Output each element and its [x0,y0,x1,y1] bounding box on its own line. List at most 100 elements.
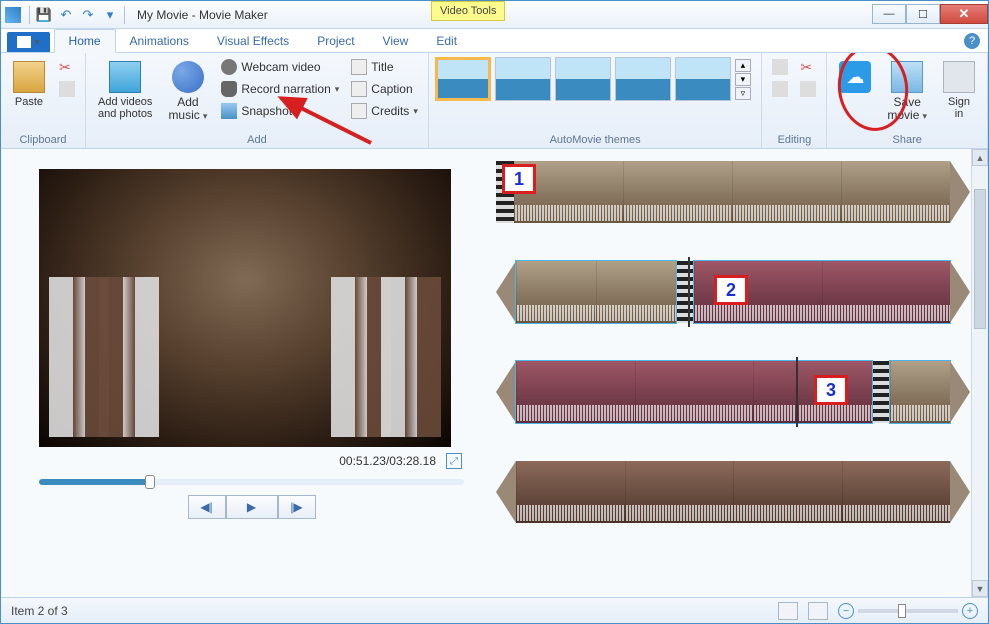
chevron-down-icon: ▾ [413,106,418,117]
chevron-down-icon: ▾ [35,37,40,48]
record-narration-button[interactable]: Record narration ▾ [217,79,343,99]
fullscreen-button[interactable]: ⤢ [446,453,462,469]
select-all-button[interactable] [796,79,820,99]
save-movie-button[interactable]: Save movie ▾ [881,57,933,126]
status-item-text: Item 2 of 3 [11,604,68,618]
vertical-scrollbar[interactable]: ▲ ▼ [971,149,988,597]
separator [124,6,125,24]
scissors-icon: ✂ [800,59,816,75]
tab-view[interactable]: View [369,30,423,52]
cut-button[interactable]: ✂ [55,57,79,77]
rotate-left-button[interactable] [768,57,792,77]
rotate-right-icon [772,81,788,97]
clip-continue-icon [950,361,970,423]
clip-continue-icon [496,461,516,523]
tab-project[interactable]: Project [303,30,368,52]
photos-icon [109,61,141,93]
ribbon-tabstrip: ▾ Home Animations Visual Effects Project… [1,29,988,53]
redo-icon[interactable]: ↷ [78,5,98,25]
paste-button[interactable]: Paste [7,57,51,112]
video-clip[interactable] [496,461,970,523]
snapshot-button[interactable]: Snapshot [217,101,343,121]
theme-thumbnail[interactable] [435,57,491,101]
undo-icon[interactable]: ↶ [56,5,76,25]
zoom-in-button[interactable]: + [962,603,978,619]
preview-pane: 00:51.23/03:28.18 ⤢ ◀| ▶ |▶ [1,149,484,597]
webcam-video-button[interactable]: Webcam video [217,57,343,77]
theme-thumbnail[interactable] [555,57,611,101]
remove-button[interactable]: ✂ [796,57,820,77]
video-clip[interactable] [496,161,970,223]
annotation-label: 1 [502,164,536,194]
theme-thumbnail[interactable] [675,57,731,101]
seek-slider[interactable] [39,479,464,485]
automovie-themes-gallery[interactable]: ▴▾▿ [435,57,751,101]
quick-access-toolbar: 💾 ↶ ↷ ▾ [34,5,120,25]
video-clip[interactable] [496,361,970,423]
rotate-right-button[interactable] [768,79,792,99]
annotation-label: 2 [714,275,748,305]
qat-dropdown-icon[interactable]: ▾ [100,5,120,25]
timeline-pane[interactable]: 1 2 [484,149,988,597]
play-button[interactable]: ▶ [226,495,278,519]
file-menu-icon [17,36,31,48]
clip-continue-icon [950,261,970,323]
theme-thumbnail[interactable] [495,57,551,101]
contextual-tab-label: Video Tools [431,1,505,21]
save-icon[interactable]: 💾 [34,5,54,25]
prev-frame-button[interactable]: ◀| [188,495,226,519]
group-share: ☁ Save movie ▾ Sign in Share [827,53,988,148]
file-tab[interactable]: ▾ [7,32,50,52]
split-marker [796,357,798,427]
copy-button[interactable] [55,79,79,99]
window-controls: — ☐ ✕ [872,5,988,24]
tab-visual-effects[interactable]: Visual Effects [203,30,303,52]
tab-home[interactable]: Home [54,29,116,53]
zoom-slider[interactable] [858,609,958,613]
select-all-icon [800,81,816,97]
snapshot-icon [221,103,237,119]
rotate-left-icon [772,59,788,75]
zoom-thumb[interactable] [898,604,906,618]
chevron-down-icon: ▾ [922,111,927,121]
seek-thumb[interactable] [145,475,155,489]
group-automovie: ▴▾▿ AutoMovie themes [429,53,763,148]
tab-animations[interactable]: Animations [116,30,203,52]
clip-row: 1 [496,161,970,223]
window-title: My Movie - Movie Maker [137,8,268,22]
credits-button[interactable]: Credits ▾ [347,101,422,121]
minimize-button[interactable]: — [872,4,906,24]
scroll-down-button[interactable]: ▼ [972,580,988,597]
playback-controls: ◀| ▶ |▶ [39,495,464,519]
cloud-icon: ☁ [839,61,871,93]
sign-in-button[interactable]: Sign in [937,57,981,124]
clip-continue-icon [950,461,970,523]
add-videos-photos-button[interactable]: Add videos and photos [92,57,158,124]
playhead[interactable] [688,257,690,327]
title-button[interactable]: Title [347,57,422,77]
copy-icon [59,81,75,97]
help-button[interactable]: ? [964,33,980,49]
group-editing: ✂ Editing [762,53,827,148]
theme-thumbnail[interactable] [615,57,671,101]
seek-fill [39,479,145,485]
preview-frame [39,169,451,447]
video-preview[interactable] [39,169,451,447]
scroll-thumb[interactable] [974,189,986,329]
gallery-scroll[interactable]: ▴▾▿ [735,59,751,100]
time-display: 00:51.23/03:28.18 [339,454,436,468]
view-details-button[interactable] [808,602,828,620]
tab-edit[interactable]: Edit [422,30,471,52]
maximize-button[interactable]: ☐ [906,4,940,24]
view-thumbnails-button[interactable] [778,602,798,620]
scroll-up-button[interactable]: ▲ [972,149,988,166]
next-frame-button[interactable]: |▶ [278,495,316,519]
close-button[interactable]: ✕ [940,4,988,24]
onedrive-button[interactable]: ☁ [833,57,877,97]
caption-button[interactable]: Caption [347,79,422,99]
zoom-out-button[interactable]: − [838,603,854,619]
clip-row [496,461,970,523]
add-music-button[interactable]: Add music ▾ [162,57,213,126]
app-icon [5,7,21,23]
save-movie-icon [891,61,923,93]
